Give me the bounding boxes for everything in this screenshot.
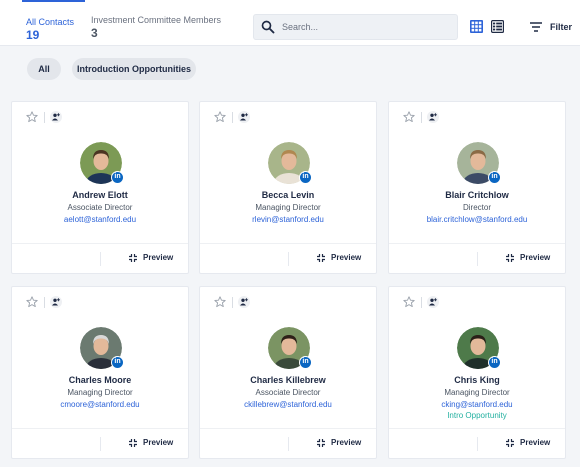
card-footer: Preview: [12, 243, 188, 273]
add-person-icon[interactable]: [238, 296, 250, 308]
preview-icon: [506, 254, 514, 262]
filter-icon: [530, 22, 542, 32]
star-icon[interactable]: [26, 111, 38, 123]
divider: [288, 437, 289, 451]
linkedin-icon[interactable]: in: [111, 171, 124, 184]
filter-label: Filter: [550, 22, 573, 32]
contact-title: Associate Director: [255, 388, 321, 397]
preview-label: Preview: [143, 253, 174, 262]
preview-icon: [129, 254, 137, 262]
search-icon: [261, 20, 275, 34]
preview-label: Preview: [143, 438, 174, 447]
contact-card[interactable]: in Blair Critchlow Director blair.critch…: [388, 101, 566, 274]
contact-card[interactable]: in Andrew Elott Associate Director aelot…: [11, 101, 189, 274]
preview-icon: [129, 439, 137, 447]
divider: [232, 112, 233, 123]
divider: [44, 112, 45, 123]
contact-name: Charles Killebrew: [250, 375, 326, 385]
contact-email[interactable]: cking@stanford.edu: [389, 400, 565, 409]
tab-label: Investment Committee Members: [91, 15, 222, 25]
contact-email[interactable]: aelott@stanford.edu: [12, 215, 188, 224]
card-footer: Preview: [389, 428, 565, 458]
contact-card[interactable]: in Becca Levin Managing Director rlevin@…: [199, 101, 377, 274]
pill-all[interactable]: All: [27, 58, 61, 80]
card-footer: Preview: [12, 428, 188, 458]
divider: [477, 437, 478, 451]
contact-card[interactable]: in Chris King Managing Director cking@st…: [388, 286, 566, 459]
divider: [232, 297, 233, 308]
divider: [44, 297, 45, 308]
search-input[interactable]: [282, 18, 452, 36]
linkedin-icon[interactable]: in: [488, 171, 501, 184]
preview-label: Preview: [520, 438, 551, 447]
divider: [421, 112, 422, 123]
add-person-icon[interactable]: [427, 111, 439, 123]
list-view-icon[interactable]: [491, 20, 504, 33]
contact-name: Blair Critchlow: [445, 190, 509, 200]
star-icon[interactable]: [403, 296, 415, 308]
card-footer: Preview: [200, 428, 376, 458]
contact-title: Managing Director: [255, 203, 321, 212]
contact-email[interactable]: cmoore@stanford.edu: [12, 400, 188, 409]
divider: [421, 297, 422, 308]
contact-name: Andrew Elott: [72, 190, 128, 200]
contact-card[interactable]: in Charles Killebrew Associate Director …: [199, 286, 377, 459]
star-icon[interactable]: [26, 296, 38, 308]
add-person-icon[interactable]: [50, 111, 62, 123]
intro-opportunity-label: Intro Opportunity: [447, 411, 507, 420]
add-person-icon[interactable]: [427, 296, 439, 308]
contact-title: Managing Director: [67, 388, 133, 397]
contact-email[interactable]: rlevin@stanford.edu: [200, 215, 376, 224]
tab-label: All Contacts: [26, 17, 75, 27]
divider: [477, 252, 478, 266]
contact-name: Chris King: [454, 375, 500, 385]
linkedin-icon[interactable]: in: [111, 356, 124, 369]
preview-icon: [317, 254, 325, 262]
card-footer: Preview: [389, 243, 565, 273]
divider: [288, 252, 289, 266]
preview-label: Preview: [520, 253, 551, 262]
tab-count: 3: [91, 26, 98, 40]
linkedin-icon[interactable]: in: [488, 356, 501, 369]
star-icon[interactable]: [403, 111, 415, 123]
contact-name: Becca Levin: [261, 190, 315, 200]
linkedin-icon[interactable]: in: [299, 356, 312, 369]
divider: [100, 252, 101, 266]
star-icon[interactable]: [214, 296, 226, 308]
contact-title: Director: [462, 203, 491, 212]
tab-all-contacts[interactable]: All Contacts 19: [22, 0, 85, 46]
tab-count: 19: [26, 28, 40, 42]
search-box: [253, 14, 458, 40]
pill-introduction-opportunities[interactable]: Introduction Opportunities: [72, 58, 196, 80]
contact-title: Associate Director: [67, 203, 133, 212]
contact-card[interactable]: in Charles Moore Managing Director cmoor…: [11, 286, 189, 459]
preview-icon: [506, 439, 514, 447]
top-bar: All Contacts 19 Investment Committee Mem…: [0, 0, 580, 46]
tab-investment-committee-members[interactable]: Investment Committee Members 3: [87, 0, 227, 46]
contact-title: Managing Director: [444, 388, 510, 397]
preview-label: Preview: [331, 253, 362, 262]
add-person-icon[interactable]: [238, 111, 250, 123]
grid-view-icon[interactable]: [470, 20, 483, 33]
preview-label: Preview: [331, 438, 362, 447]
contact-email[interactable]: ckillebrew@stanford.edu: [200, 400, 376, 409]
card-footer: Preview: [200, 243, 376, 273]
contact-name: Charles Moore: [68, 375, 132, 385]
contact-email[interactable]: blair.critchlow@stanford.edu: [389, 215, 565, 224]
star-icon[interactable]: [214, 111, 226, 123]
preview-icon: [317, 439, 325, 447]
linkedin-icon[interactable]: in: [299, 171, 312, 184]
divider: [100, 437, 101, 451]
add-person-icon[interactable]: [50, 296, 62, 308]
